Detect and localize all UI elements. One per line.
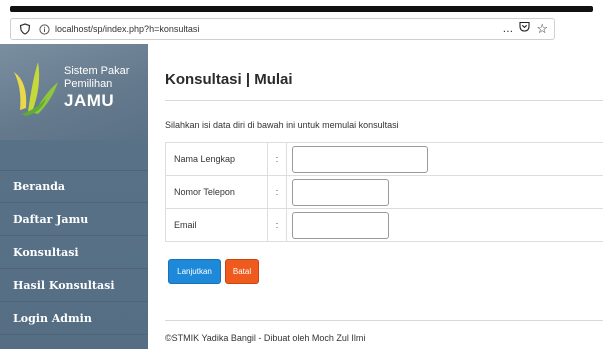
sidebar-item-hasil-konsultasi[interactable]: Hasil Konsultasi [0, 269, 148, 302]
bookmark-star-icon[interactable]: ☆ [536, 21, 548, 37]
tab-strip-bar [10, 6, 593, 12]
field-label-phone: Nomor Telepon [165, 175, 268, 209]
field-label-name: Nama Lengkap [165, 142, 268, 176]
phone-input[interactable] [292, 178, 389, 206]
brand-header: Sistem Pakar Pemilihan JAMU [0, 44, 148, 140]
full-name-input[interactable] [292, 145, 428, 173]
pocket-icon[interactable] [519, 21, 530, 37]
sidebar: Sistem Pakar Pemilihan JAMU Beranda Daft… [0, 44, 148, 349]
field-colon: : [267, 208, 287, 242]
site-info-icon[interactable] [37, 22, 51, 36]
sidebar-item-konsultasi[interactable]: Konsultasi [0, 236, 148, 269]
tracking-protection-shield-icon[interactable] [17, 21, 33, 37]
brand-line-2: Pemilihan [64, 78, 113, 90]
page-actions-menu-icon[interactable]: … [502, 21, 513, 37]
field-label-email: Email [165, 208, 268, 242]
brand-title: JAMU [64, 91, 115, 110]
consultation-form: Nama Lengkap : Nomor Telepon : Email : [165, 142, 603, 242]
main-content: Konsultasi | Mulai Silahkan isi data dir… [148, 44, 603, 349]
sidebar-nav: Beranda Daftar Jamu Konsultasi Hasil Kon… [0, 170, 148, 335]
address-bar[interactable]: localhost/sp/index.php?h=konsultasi … ☆ [10, 18, 555, 40]
url-text[interactable]: localhost/sp/index.php?h=konsultasi [55, 24, 199, 34]
continue-button[interactable]: Lanjutkan [168, 259, 221, 284]
email-input[interactable] [292, 211, 389, 239]
form-row-email: Email : [165, 208, 603, 242]
form-row-phone: Nomor Telepon : [165, 175, 603, 209]
cancel-button[interactable]: Batal [225, 259, 259, 284]
field-colon: : [267, 142, 287, 176]
intro-text: Silahkan isi data diri di bawah ini untu… [165, 120, 399, 130]
sidebar-item-daftar-jamu[interactable]: Daftar Jamu [0, 203, 148, 236]
title-divider [165, 100, 603, 101]
field-colon: : [267, 175, 287, 209]
footer-text: ©STMIK Yadika Bangil - Dibuat oleh Moch … [165, 333, 366, 343]
sidebar-item-beranda[interactable]: Beranda [0, 170, 148, 203]
browser-tab-strip [0, 0, 603, 14]
herb-leaves-icon [14, 62, 58, 116]
footer-divider [165, 320, 603, 321]
page-title: Konsultasi | Mulai [165, 71, 293, 88]
sidebar-item-login-admin[interactable]: Login Admin [0, 302, 148, 335]
brand-line-1: Sistem Pakar [64, 65, 130, 77]
form-row-name: Nama Lengkap : [165, 142, 603, 176]
